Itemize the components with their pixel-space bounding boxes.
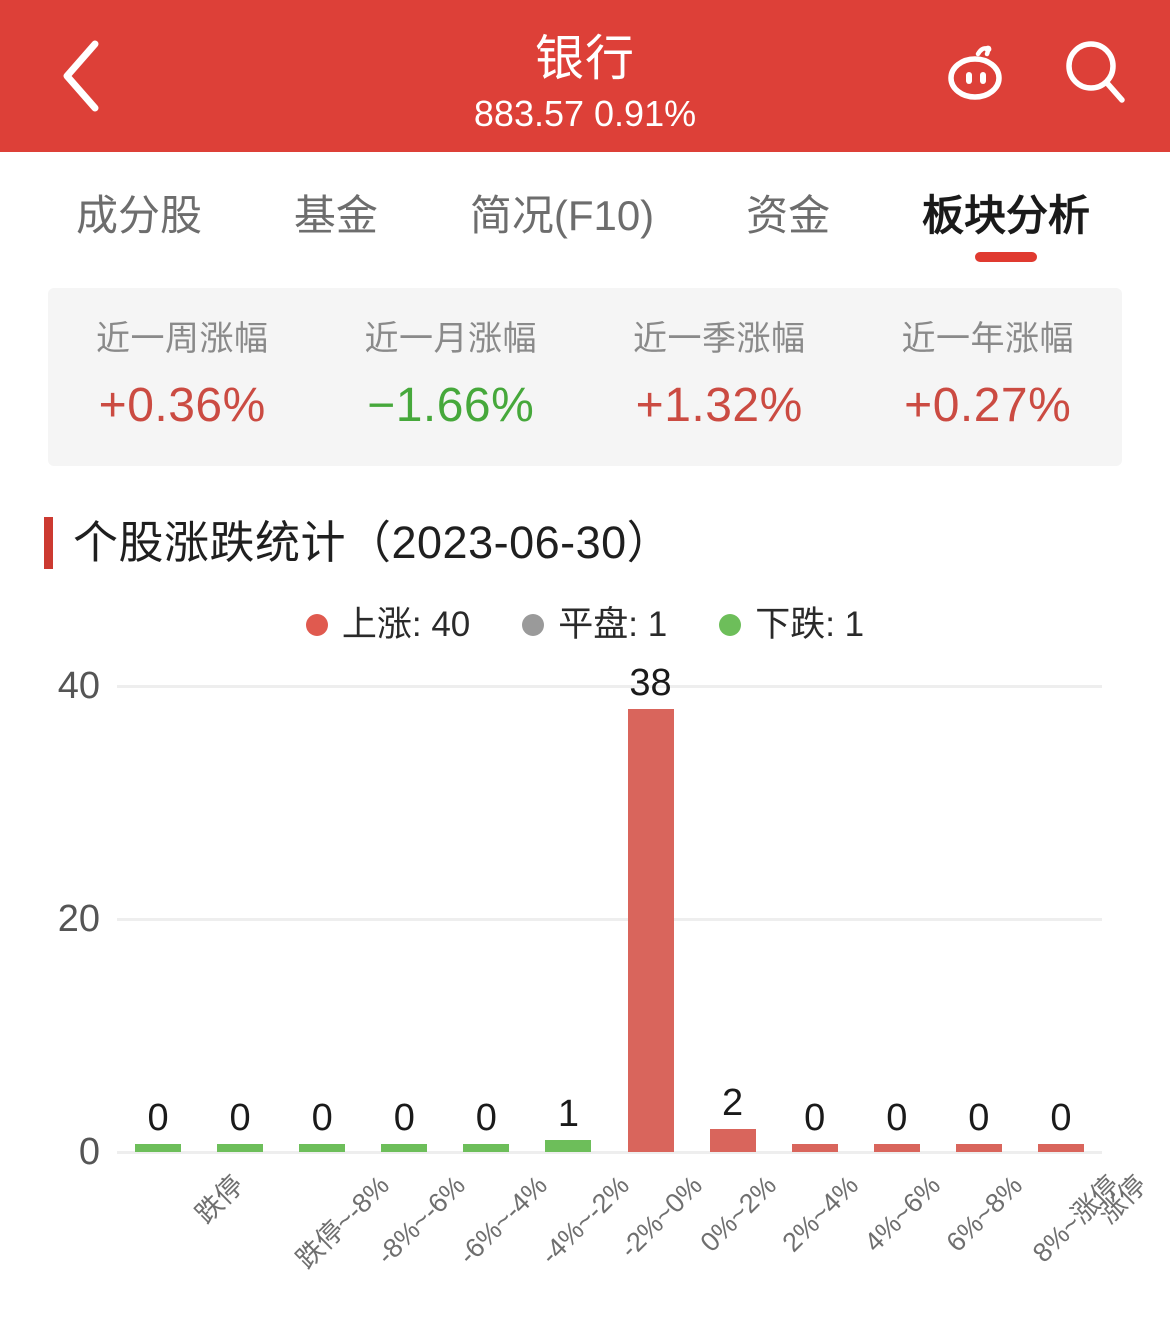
chart-gridline (117, 1151, 1102, 1154)
back-button[interactable] (38, 34, 122, 118)
x-axis-tick-label: 0%~2% (694, 1170, 782, 1258)
tab-bankuai-fenxi[interactable]: 板块分析 (876, 152, 1136, 280)
period-return-panel: 近一周涨幅 +0.36% 近一月涨幅 −1.66% 近一季涨幅 +1.32% 近… (48, 288, 1122, 466)
chart-bar-value-label: 0 (1050, 1097, 1072, 1139)
x-axis-tick-label: 6%~8% (940, 1170, 1028, 1258)
section-title-text: 个股涨跌统计（2023-06-30） (73, 517, 673, 568)
chart-bar[interactable] (791, 1144, 838, 1152)
x-axis-tick-label: 跌停~-8% (290, 1170, 396, 1275)
tab-active-indicator (975, 252, 1038, 262)
chart-bar-value-label: 1 (557, 1093, 580, 1136)
chart-bar[interactable] (545, 1140, 592, 1152)
stat-value: +0.36% (98, 379, 266, 432)
chart-bar[interactable] (381, 1144, 428, 1152)
chart-plot-area: 40 20 0 0 跌停 0 跌停~-8% 0 -8%~-6% 0 -6%~-4% 0 -4%~-2% 1… (0, 594, 1170, 1294)
y-axis-tick-label: 0 (78, 1131, 100, 1173)
chevron-left-icon (57, 38, 103, 114)
stat-value: −1.66% (367, 379, 535, 432)
tab-bar: 成分股 基金 简况(F10) 资金 板块分析 (0, 152, 1170, 280)
header-actions (938, 36, 1134, 112)
x-axis-tick-label: -4%~-2% (535, 1170, 636, 1271)
tab-label: 基金 (293, 192, 378, 239)
chart-bar[interactable] (627, 709, 674, 1152)
search-icon (1060, 36, 1132, 113)
section-accent-bar (44, 517, 53, 569)
chart-bar[interactable] (463, 1144, 510, 1152)
robot-assistant-button[interactable] (938, 36, 1014, 112)
chart-bar[interactable] (873, 1144, 920, 1152)
stat-label: 近一年涨幅 (901, 320, 1074, 358)
stat-month[interactable]: 近一月涨幅 −1.66% (317, 317, 586, 437)
stat-week[interactable]: 近一周涨幅 +0.36% (48, 317, 317, 437)
chart-bar-value-label: 38 (629, 662, 672, 705)
app-header: 银行 883.57 0.91% (0, 0, 1170, 152)
tab-label: 简况(F10) (469, 192, 655, 239)
chart-gridline (117, 918, 1102, 921)
chart-bar[interactable] (217, 1144, 264, 1152)
search-button[interactable] (1058, 36, 1134, 112)
chart-bar[interactable] (955, 1144, 1002, 1152)
x-axis-tick-label: 4%~6% (858, 1170, 946, 1258)
robot-icon (940, 36, 1012, 113)
tab-jiankuang-f10[interactable]: 简况(F10) (424, 152, 700, 280)
x-axis-tick-label: 2%~4% (776, 1170, 864, 1258)
tab-label: 成分股 (75, 192, 202, 239)
stat-value: +0.27% (904, 379, 1072, 432)
chart-bar[interactable] (299, 1144, 346, 1152)
y-axis-tick-label: 40 (57, 665, 100, 707)
x-axis-tick-label: 跌停 (189, 1170, 250, 1230)
chart-bar[interactable] (709, 1128, 756, 1152)
tab-zijin[interactable]: 资金 (700, 152, 876, 280)
stat-label: 近一周涨幅 (96, 320, 269, 358)
tab-chengfengu[interactable]: 成分股 (30, 152, 248, 280)
stat-year[interactable]: 近一年涨幅 +0.27% (854, 317, 1123, 437)
stat-label: 近一月涨幅 (364, 320, 537, 358)
tab-jijin[interactable]: 基金 (248, 152, 424, 280)
tab-label: 板块分析 (922, 192, 1091, 239)
section-header: 个股涨跌统计（2023-06-30） (44, 512, 1170, 574)
chart-bar[interactable] (1037, 1144, 1084, 1152)
stat-quarter[interactable]: 近一季涨幅 +1.32% (585, 317, 854, 437)
stat-label: 近一季涨幅 (633, 320, 806, 358)
tab-label: 资金 (746, 192, 831, 239)
y-axis-tick-label: 20 (57, 898, 100, 940)
chart-bar[interactable] (135, 1144, 182, 1152)
stat-value: +1.32% (635, 379, 803, 432)
stock-distribution-chart: 上涨: 40 平盘: 1 下跌: 1 40 20 0 0 跌停 0 跌停~-8% 0 -8%~-… (0, 594, 1170, 1294)
x-axis-tick-label: -6%~-4% (453, 1170, 554, 1271)
